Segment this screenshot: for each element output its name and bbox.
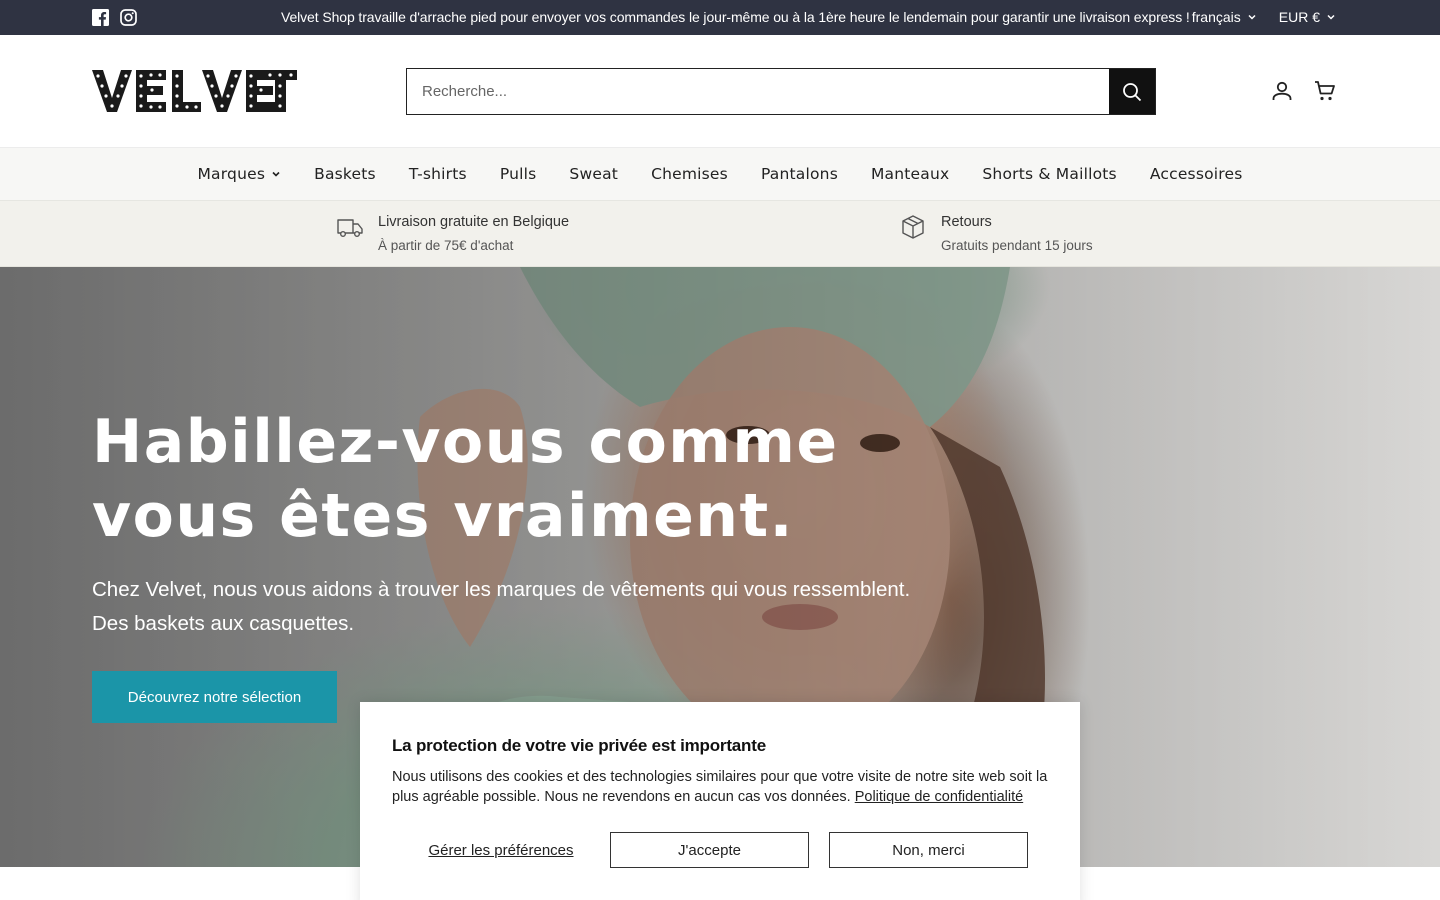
- nav-item-manteaux[interactable]: Manteaux: [854, 165, 965, 183]
- cart-icon[interactable]: [1313, 79, 1337, 103]
- instagram-icon[interactable]: [120, 9, 137, 26]
- benefits-bar: Livraison gratuite en Belgique À partir …: [0, 201, 1440, 267]
- search-button[interactable]: [1109, 69, 1155, 114]
- social-links: [92, 9, 137, 26]
- cookie-banner: La protection de votre vie privée est im…: [360, 702, 1080, 900]
- accept-cookies-button[interactable]: J'accepte: [610, 832, 809, 868]
- hero-title: Habillez-vous comme vous êtes vraiment.: [92, 407, 839, 551]
- search-icon: [1123, 82, 1142, 101]
- account-icon[interactable]: [1270, 79, 1294, 103]
- chevron-down-icon: [1327, 14, 1335, 20]
- nav-item-pulls[interactable]: Pulls: [483, 165, 553, 183]
- benefit-subtitle: Gratuits pendant 15 jours: [941, 238, 1093, 253]
- manage-preferences-link[interactable]: Gérer les préférences: [392, 842, 610, 859]
- hero-subtitle: Chez Velvet, nous vous aidons à trouver …: [92, 578, 911, 635]
- facebook-icon[interactable]: [92, 9, 109, 26]
- search-input[interactable]: [407, 69, 1109, 114]
- decline-cookies-button[interactable]: Non, merci: [829, 832, 1028, 868]
- language-selector[interactable]: français: [1192, 9, 1257, 25]
- site-header: [0, 35, 1440, 148]
- cookie-actions: Gérer les préférences J'accepte Non, mer…: [392, 832, 1028, 868]
- box-icon: [902, 215, 924, 239]
- chevron-down-icon: [272, 171, 280, 177]
- currency-selector[interactable]: EUR €: [1279, 9, 1336, 25]
- benefit-returns: Retours Gratuits pendant 15 jours: [899, 211, 1093, 259]
- privacy-policy-link[interactable]: Politique de confidentialité: [855, 789, 1023, 805]
- nav-item-shorts[interactable]: Shorts & Maillots: [966, 165, 1133, 183]
- announcement-bar: Velvet Shop travaille d'arrache pied pou…: [0, 0, 1440, 35]
- main-navigation: Marques Baskets T-shirts Pulls Sweat Che…: [0, 148, 1440, 201]
- nav-item-tshirts[interactable]: T-shirts: [392, 165, 483, 183]
- language-label: français: [1191, 9, 1241, 25]
- nav-item-marques[interactable]: Marques: [181, 165, 298, 183]
- cookie-title: La protection de votre vie privée est im…: [392, 736, 766, 755]
- velvet-logo[interactable]: [92, 68, 297, 114]
- nav-item-baskets[interactable]: Baskets: [298, 165, 393, 183]
- benefit-title: Livraison gratuite en Belgique: [378, 214, 570, 230]
- discover-selection-button[interactable]: Découvrez notre sélection: [92, 671, 337, 723]
- truck-icon: [337, 219, 363, 238]
- cookie-text: Nous utilisons des cookies et des techno…: [392, 767, 1048, 807]
- nav-item-sweat[interactable]: Sweat: [553, 165, 635, 183]
- nav-label: Marques: [197, 165, 266, 183]
- nav-item-accessoires[interactable]: Accessoires: [1133, 165, 1259, 183]
- benefit-subtitle: À partir de 75€ d'achat: [378, 238, 514, 253]
- chevron-down-icon: [1248, 14, 1256, 20]
- benefit-delivery: Livraison gratuite en Belgique À partir …: [336, 211, 569, 259]
- nav-item-chemises[interactable]: Chemises: [635, 165, 745, 183]
- announcement-text: Velvet Shop travaille d'arrache pied pou…: [281, 9, 1190, 25]
- nav-item-pantalons[interactable]: Pantalons: [744, 165, 854, 183]
- search-bar: [406, 68, 1156, 115]
- currency-label: EUR €: [1278, 9, 1320, 25]
- benefit-title: Retours: [941, 214, 992, 230]
- locale-selectors: français EUR €: [1192, 9, 1336, 25]
